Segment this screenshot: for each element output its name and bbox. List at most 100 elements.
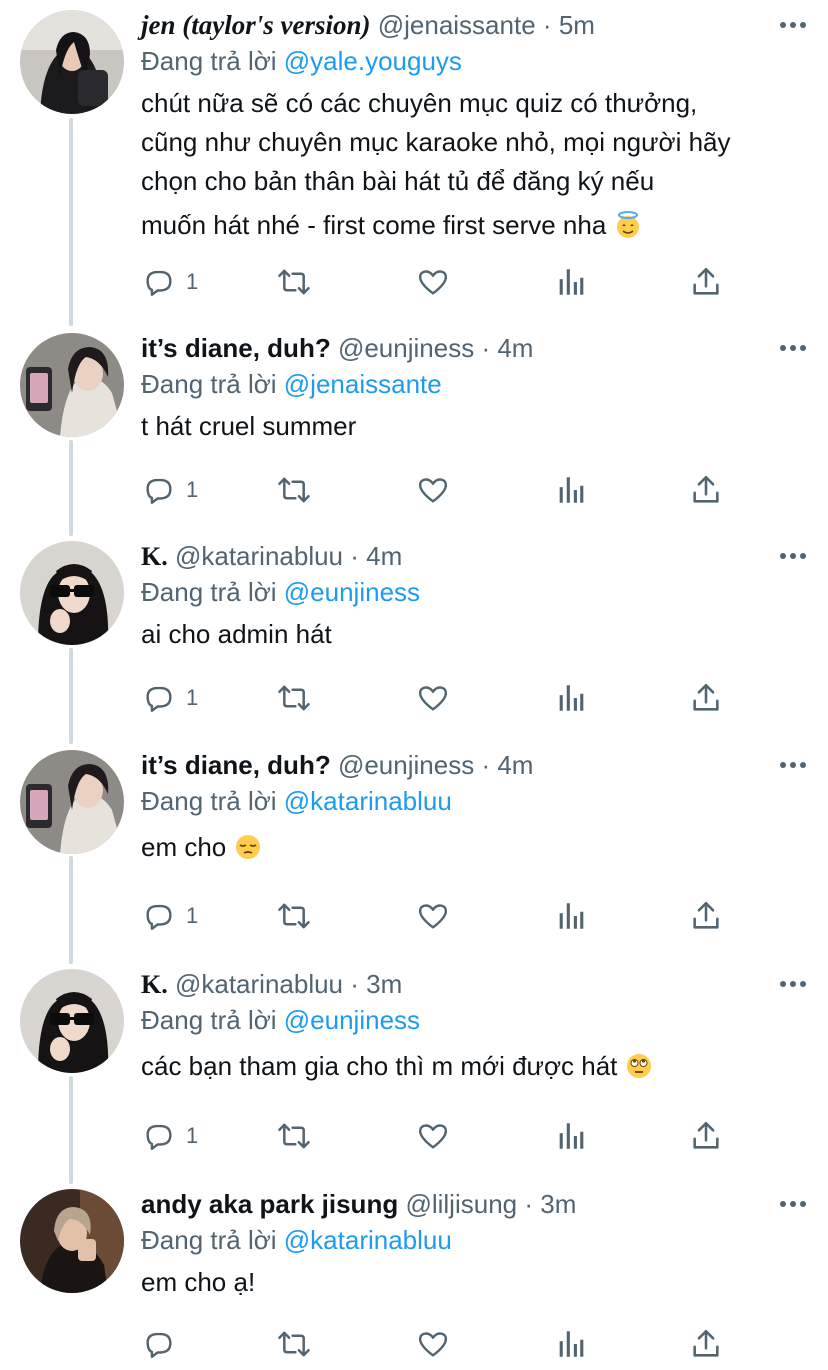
display-name[interactable]: K.: [141, 970, 168, 999]
reply-icon: [142, 899, 176, 933]
reply-prefix: Đang trả lời: [141, 786, 284, 816]
retweet-icon: [276, 899, 312, 933]
like-button[interactable]: [416, 1118, 450, 1154]
timestamp[interactable]: 4m: [497, 333, 533, 363]
views-button[interactable]: [556, 680, 586, 716]
analytics-icon: [556, 1327, 586, 1361]
tweet-action-bar: [0, 1326, 828, 1362]
like-icon: [416, 1327, 450, 1361]
retweet-button[interactable]: [276, 680, 312, 716]
retweet-icon: [276, 1119, 312, 1153]
eye-roll-face-emoji: [625, 1052, 653, 1080]
share-icon: [690, 899, 722, 933]
share-icon: [690, 265, 722, 299]
avatar[interactable]: [20, 333, 124, 437]
avatar[interactable]: [20, 541, 124, 645]
display-name[interactable]: it’s diane, duh?: [141, 333, 331, 363]
display-name[interactable]: it’s diane, duh?: [141, 750, 331, 780]
reply-to-mention[interactable]: @jenaissante: [284, 369, 442, 399]
reply-to-mention[interactable]: @katarinabluu: [284, 1225, 452, 1255]
reply-button[interactable]: 1: [142, 898, 198, 934]
reply-prefix: Đang trả lời: [141, 46, 284, 76]
timestamp[interactable]: 4m: [366, 541, 402, 571]
retweet-button[interactable]: [276, 264, 312, 300]
like-button[interactable]: [416, 1326, 450, 1362]
handle[interactable]: @jenaissante: [378, 10, 536, 40]
avatar[interactable]: [20, 1189, 124, 1293]
display-name[interactable]: andy aka park jisung: [141, 1189, 398, 1219]
reply-button[interactable]: 1: [142, 1118, 198, 1154]
timestamp[interactable]: 5m: [559, 10, 595, 40]
handle[interactable]: @eunjiness: [338, 750, 474, 780]
share-icon: [690, 473, 722, 507]
retweet-button[interactable]: [276, 898, 312, 934]
handle[interactable]: @katarinabluu: [175, 969, 343, 999]
tweet-text: em cho ạ!: [141, 1263, 808, 1302]
views-button[interactable]: [556, 264, 586, 300]
reply-to-mention[interactable]: @eunjiness: [284, 577, 420, 607]
retweet-button[interactable]: [276, 1118, 312, 1154]
avatar[interactable]: [20, 10, 124, 114]
tweet-text: ai cho admin hát: [141, 615, 808, 654]
more-options-icon[interactable]: [778, 969, 808, 999]
share-button[interactable]: [690, 1118, 722, 1154]
like-button[interactable]: [416, 264, 450, 300]
tweet-text: chút nữa sẽ có các chuyên mục quiz có th…: [141, 84, 808, 245]
handle[interactable]: @eunjiness: [338, 333, 474, 363]
reply-to-mention[interactable]: @yale.youguys: [284, 46, 462, 76]
reply-context: Đang trả lời @eunjiness: [141, 1005, 808, 1035]
display-name[interactable]: K.: [141, 542, 168, 571]
handle[interactable]: @liljisung: [405, 1189, 517, 1219]
retweet-icon: [276, 265, 312, 299]
timestamp[interactable]: 3m: [540, 1189, 576, 1219]
reply-button[interactable]: 1: [142, 680, 198, 716]
retweet-button[interactable]: [276, 472, 312, 508]
more-options-icon[interactable]: [778, 750, 808, 780]
reply-icon: [142, 681, 176, 715]
reply-to-mention[interactable]: @eunjiness: [284, 1005, 420, 1035]
views-button[interactable]: [556, 1118, 586, 1154]
more-options-icon[interactable]: [778, 1189, 808, 1219]
share-icon: [690, 1327, 722, 1361]
tweet-action-bar: 1: [0, 680, 828, 716]
like-button[interactable]: [416, 680, 450, 716]
reply-button[interactable]: 1: [142, 264, 198, 300]
timestamp[interactable]: 4m: [497, 750, 533, 780]
share-button[interactable]: [690, 898, 722, 934]
reply-button[interactable]: 1: [142, 472, 198, 508]
tweet-header: andy aka park jisung @liljisung · 3m: [141, 1189, 808, 1219]
reply-icon: [142, 1327, 176, 1361]
retweet-button[interactable]: [276, 1326, 312, 1362]
more-options-icon[interactable]: [778, 541, 808, 571]
share-button[interactable]: [690, 264, 722, 300]
like-button[interactable]: [416, 472, 450, 508]
views-button[interactable]: [556, 1326, 586, 1362]
share-button[interactable]: [690, 1326, 722, 1362]
like-icon: [416, 265, 450, 299]
reply-to-mention[interactable]: @katarinabluu: [284, 786, 452, 816]
timestamp[interactable]: 3m: [366, 969, 402, 999]
reply-prefix: Đang trả lời: [141, 577, 284, 607]
more-options-icon[interactable]: [778, 333, 808, 363]
views-button[interactable]: [556, 898, 586, 934]
handle[interactable]: @katarinabluu: [175, 541, 343, 571]
like-icon: [416, 473, 450, 507]
unamused-face-emoji: [234, 833, 262, 861]
avatar[interactable]: [20, 969, 124, 1073]
views-button[interactable]: [556, 472, 586, 508]
reply-icon: [142, 473, 176, 507]
reply-context: Đang trả lời @jenaissante: [141, 369, 808, 399]
share-button[interactable]: [690, 472, 722, 508]
analytics-icon: [556, 265, 586, 299]
separator: ·: [542, 10, 552, 40]
more-options-icon[interactable]: [778, 10, 808, 40]
display-name[interactable]: jen (taylor's version): [141, 10, 371, 40]
reply-context: Đang trả lời @yale.youguys: [141, 46, 808, 76]
reply-button[interactable]: [142, 1326, 176, 1362]
tweet-text-line: cũng như chuyên mục karaoke nhỏ, mọi ngư…: [141, 127, 731, 157]
share-button[interactable]: [690, 680, 722, 716]
like-button[interactable]: [416, 898, 450, 934]
reply-icon: [142, 1119, 176, 1153]
avatar[interactable]: [20, 750, 124, 854]
like-icon: [416, 681, 450, 715]
